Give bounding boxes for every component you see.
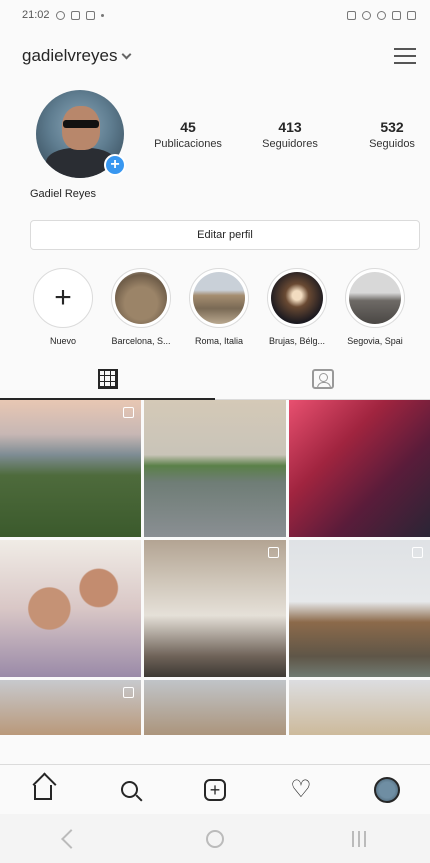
add-post-icon: + <box>204 778 226 801</box>
avatar[interactable]: + <box>36 90 126 178</box>
highlight-cover <box>115 272 167 324</box>
wifi-icon <box>377 10 386 20</box>
home-icon <box>34 785 52 800</box>
highlight-circle <box>267 268 327 328</box>
nav-new-post[interactable]: + <box>195 770 235 810</box>
stat-value: 413 <box>278 118 302 135</box>
photo-thumbnail[interactable] <box>144 400 286 537</box>
photo-thumbnail[interactable] <box>144 540 286 677</box>
highlight-item[interactable]: Segovia, Spai <box>336 268 414 358</box>
account-switcher[interactable]: gadielvreyes <box>22 46 132 66</box>
profile-avatar-icon <box>374 776 400 803</box>
profile-summary: + 45 Publicaciones 413 Seguidores 532 Se… <box>0 82 430 180</box>
stat-following[interactable]: 532 Seguidos <box>348 119 430 150</box>
profile-tabs <box>0 358 430 400</box>
profile-full-name: Gadiel Reyes <box>30 188 97 200</box>
notification-icon <box>70 10 80 20</box>
profile-header: gadielvreyes <box>0 30 430 82</box>
highlight-label: Segovia, Spai <box>347 336 403 346</box>
highlight-circle <box>189 268 249 328</box>
back-icon[interactable] <box>61 828 81 849</box>
edit-profile-button[interactable]: Editar perfil <box>30 220 420 250</box>
stat-label: Publicaciones <box>154 137 222 150</box>
stat-followers[interactable]: 413 Seguidores <box>246 119 334 150</box>
bottom-navigation: + ♡ <box>0 764 430 814</box>
photo-thumbnail[interactable] <box>0 540 142 677</box>
stat-value: 45 <box>180 118 196 135</box>
plus-icon: + <box>54 281 72 314</box>
status-time: 21:02 <box>22 9 50 21</box>
tab-tagged[interactable] <box>215 358 430 399</box>
highlight-label: Nuevo <box>49 336 76 346</box>
story-highlights: + Nuevo Barcelona, S... Roma, Italia Bru… <box>0 250 430 358</box>
tagged-photos-icon <box>311 368 334 389</box>
menu-icon[interactable] <box>394 48 416 64</box>
highlight-circle <box>111 268 171 328</box>
gallery-notification-icon <box>85 10 95 20</box>
search-icon <box>120 781 138 798</box>
username: gadielvreyes <box>22 46 118 65</box>
nav-home[interactable] <box>23 770 63 810</box>
highlight-cover <box>349 272 401 324</box>
stat-value: 532 <box>380 118 404 135</box>
photo-thumbnail[interactable] <box>144 680 286 735</box>
highlight-item[interactable]: Roma, Italia <box>180 268 258 358</box>
photo-thumbnail[interactable] <box>0 680 142 735</box>
nav-activity[interactable]: ♡ <box>281 770 321 810</box>
highlight-circle <box>345 268 405 328</box>
heart-icon: ♡ <box>290 775 312 803</box>
highlight-label: Barcelona, S... <box>111 336 171 346</box>
multiple-photos-icon <box>411 547 423 558</box>
stat-label: Seguidores <box>262 137 318 150</box>
photo-thumbnail[interactable] <box>0 400 142 537</box>
mute-icon <box>362 10 371 20</box>
multiple-photos-icon <box>123 687 135 698</box>
nav-search[interactable] <box>109 770 149 810</box>
photo-thumbnail[interactable] <box>288 680 430 735</box>
stat-label: Seguidos <box>369 137 415 150</box>
grid-icon <box>97 368 118 389</box>
highlight-new[interactable]: + Nuevo <box>24 268 102 358</box>
nav-profile[interactable] <box>367 770 407 810</box>
highlight-item[interactable]: Barcelona, S... <box>102 268 180 358</box>
whatsapp-notification-icon <box>55 10 65 20</box>
highlight-item[interactable]: Brujas, Bélg... <box>258 268 336 358</box>
highlight-label: Roma, Italia <box>194 336 244 346</box>
battery-icon <box>407 10 416 20</box>
multiple-photos-icon <box>123 407 135 418</box>
signal-icon <box>392 10 401 20</box>
add-story-icon[interactable]: + <box>104 154 126 176</box>
vibrate-icon <box>347 10 356 20</box>
chevron-down-icon <box>122 49 132 60</box>
highlight-label: Brujas, Bélg... <box>268 336 326 346</box>
multiple-photos-icon <box>267 547 279 558</box>
recent-apps-icon[interactable] <box>352 830 366 847</box>
profile-stats: 45 Publicaciones 413 Seguidores 532 Segu… <box>144 119 430 150</box>
home-button-icon[interactable] <box>206 829 224 848</box>
status-bar: 21:02 <box>0 0 430 30</box>
tab-grid[interactable] <box>0 358 215 400</box>
highlight-cover <box>193 272 245 324</box>
photo-thumbnail[interactable] <box>288 400 430 537</box>
photo-thumbnail[interactable] <box>288 540 430 677</box>
highlight-cover <box>271 272 323 324</box>
stat-posts[interactable]: 45 Publicaciones <box>144 119 232 150</box>
photo-grid <box>0 400 430 735</box>
highlight-circle: + <box>33 268 93 328</box>
system-navigation-bar <box>0 814 430 863</box>
more-notifications-icon <box>100 13 104 17</box>
